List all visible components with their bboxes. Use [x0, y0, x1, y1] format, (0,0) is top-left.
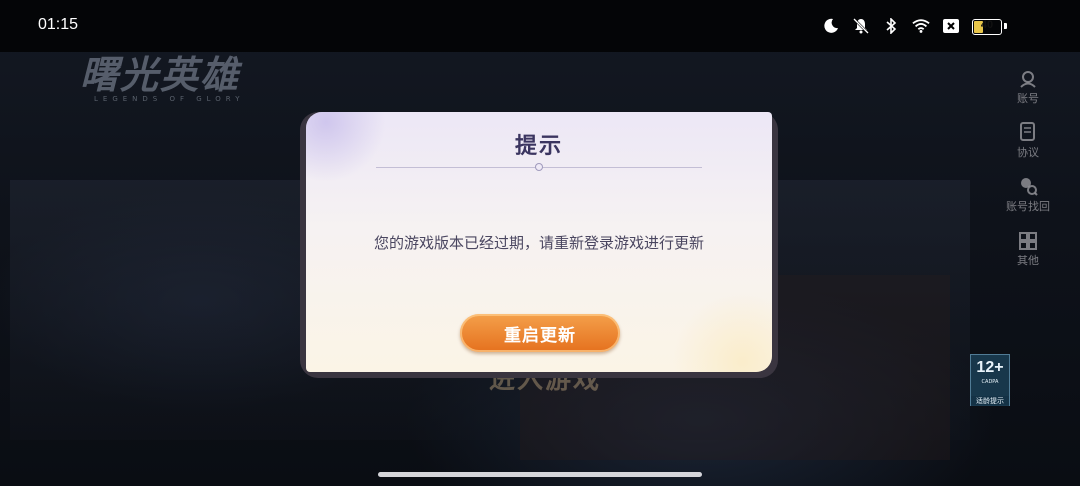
close-box-icon: [942, 17, 960, 35]
home-indicator[interactable]: [378, 472, 702, 477]
status-icons: [822, 14, 960, 38]
side-item-label: 账号: [1017, 92, 1039, 105]
side-item-more[interactable]: 其他: [998, 214, 1058, 268]
moon-icon: [822, 17, 840, 35]
battery-tip: [1004, 23, 1007, 29]
side-item-label: 账号找回: [1006, 200, 1050, 213]
bell-off-icon: [852, 17, 870, 35]
agreement-icon: [1020, 122, 1035, 141]
bluetooth-icon: [882, 17, 900, 35]
age-rating-label: 适龄提示: [971, 396, 1009, 406]
age-rating: 12+: [976, 359, 1004, 376]
account-recover-icon: [1021, 178, 1038, 196]
age-rating-badge[interactable]: 12+ CADPA 适龄提示: [970, 354, 1010, 406]
dialog-title: 提示: [514, 134, 563, 159]
age-rating-org: CADPA: [981, 379, 999, 385]
game-logo-en: LEGENDS OF GLORY: [94, 95, 245, 103]
divider-ornament-icon: [535, 163, 543, 171]
game-logo-cn: 曙光英雄: [80, 53, 241, 97]
update-dialog: 提示 您的游戏版本已经过期，请重新登录游戏进行更新 重启更新: [306, 112, 772, 372]
side-item-label: 协议: [1017, 146, 1039, 159]
status-bar: 01:15 40: [0, 0, 1080, 52]
side-item-account[interactable]: 账号: [998, 52, 1058, 106]
side-item-label: 其他: [1017, 254, 1039, 267]
game-logo: 曙光英雄 LEGENDS OF GLORY: [80, 44, 245, 103]
battery-icon: 40: [972, 19, 1002, 35]
side-menu: 账号 协议 账号找回 其他: [998, 52, 1058, 268]
side-item-agreement[interactable]: 协议: [998, 106, 1058, 160]
more-grid-icon: [1019, 232, 1037, 250]
wifi-icon: [912, 17, 930, 35]
side-item-account-recover[interactable]: 账号找回: [998, 160, 1058, 214]
restart-update-button[interactable]: 重启更新: [460, 314, 620, 352]
dialog-decoration: [672, 292, 772, 372]
account-icon: [1020, 71, 1036, 88]
battery-level: 40: [980, 19, 994, 31]
status-clock: 01:15: [38, 16, 79, 33]
dialog-message: 您的游戏版本已经过期，请重新登录游戏进行更新: [373, 234, 704, 252]
